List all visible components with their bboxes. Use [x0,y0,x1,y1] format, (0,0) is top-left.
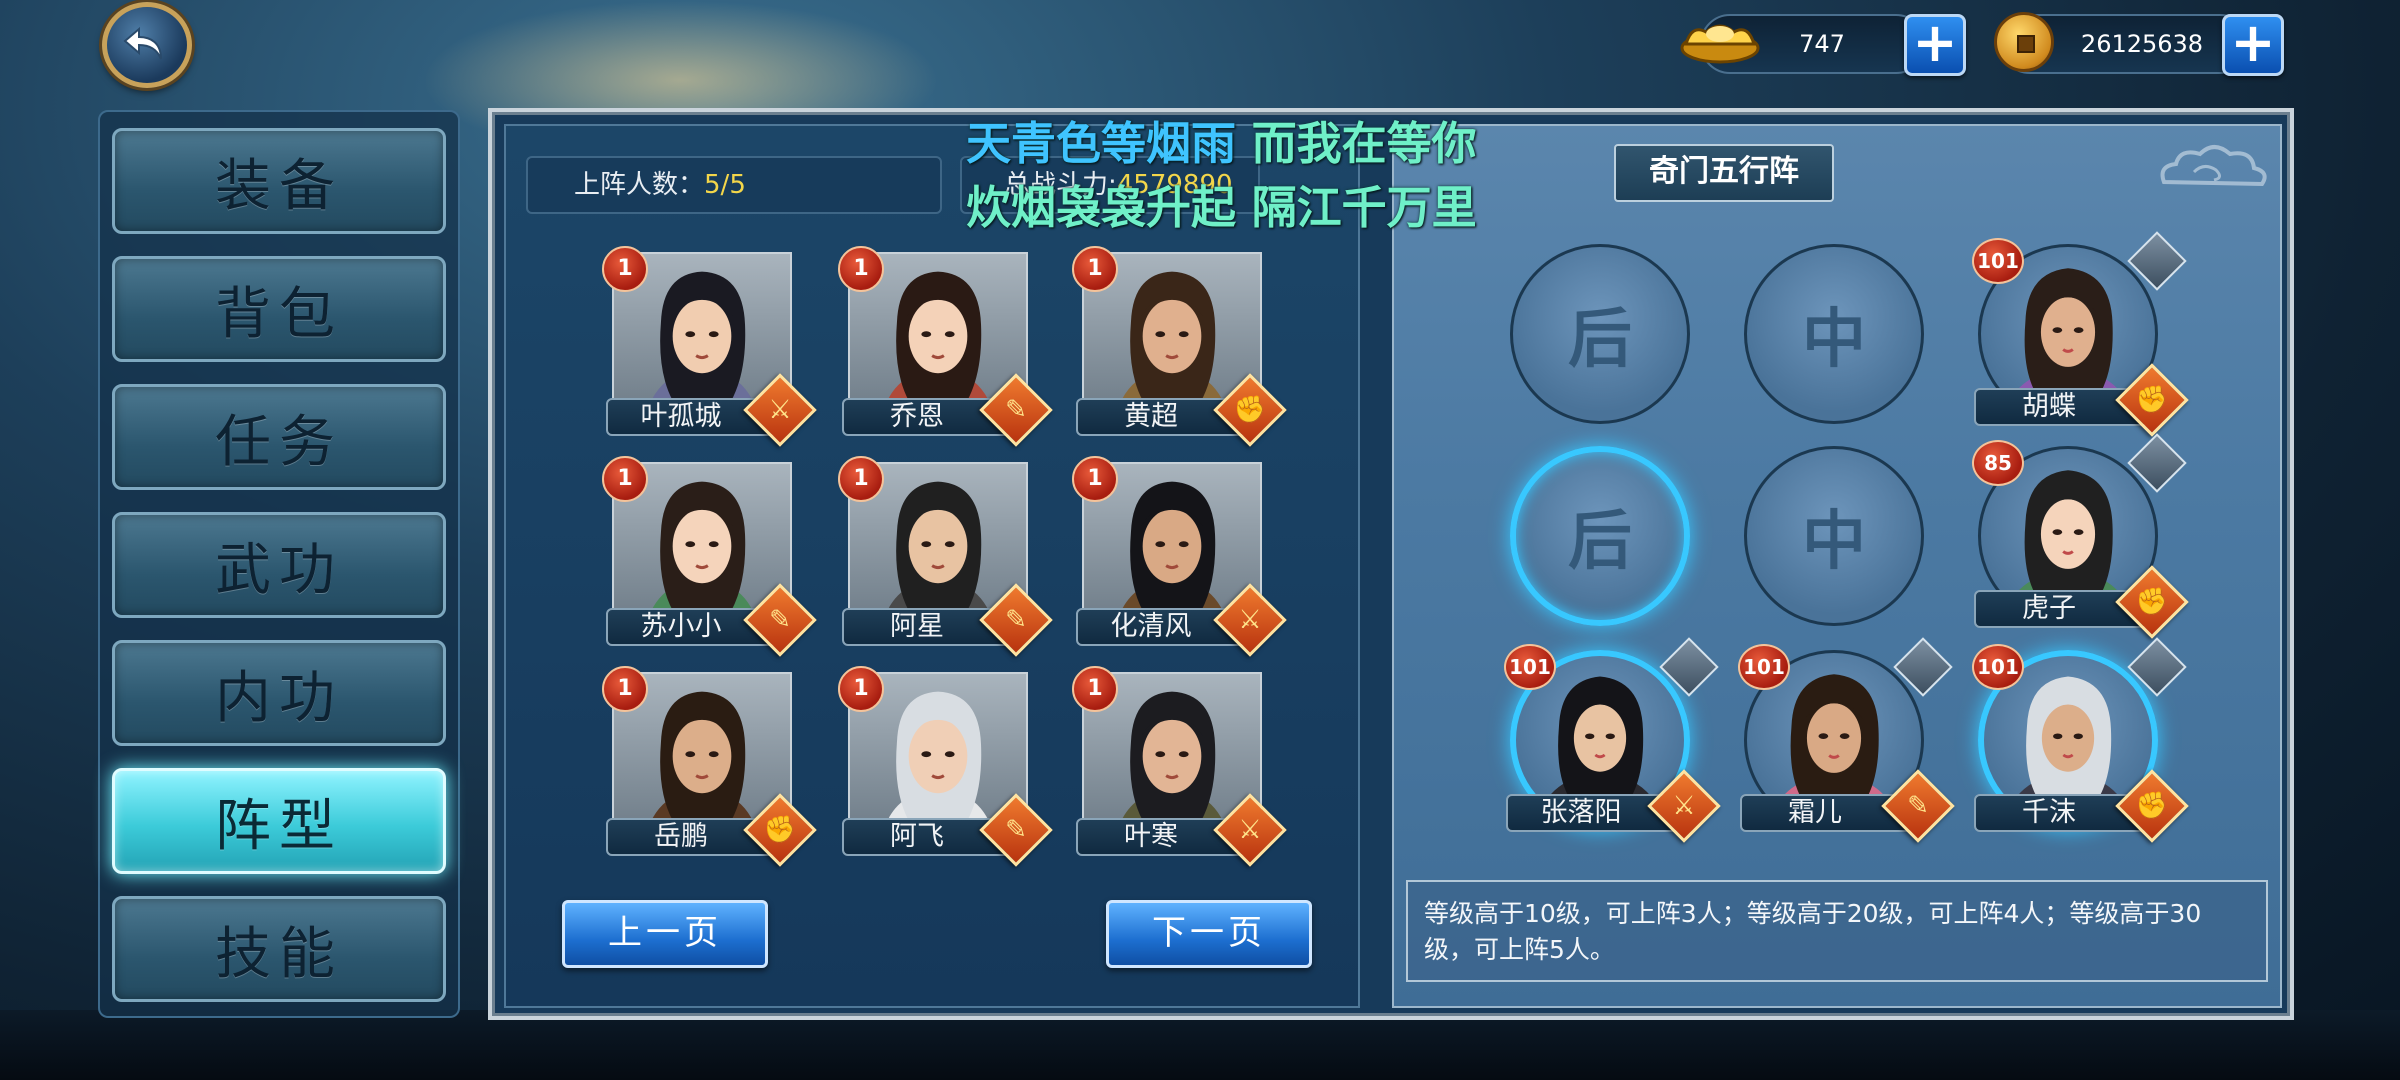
lyrics-overlay: 天青色等烟雨 而我在等你 炊烟袅袅升起 隔江千万里 [966,112,1477,240]
coin-value: 26125638 [2080,30,2204,58]
slot-label: 后 [1568,504,1632,579]
level-badge: 101 [1972,238,2024,284]
hero-card[interactable]: 1 黄超 ✊ [1072,246,1287,452]
lyrics-line-1b: 而我在等你 [1236,117,1477,170]
back-arrow-icon [123,26,162,60]
sidebar-item-equipment[interactable]: 装备 [112,128,446,234]
formation-pane: 奇门五行阵 后 中 后 中 101 胡蝶 ✊ 85 虎子 ✊ 101 张落阳 ⚔ 101 霜儿 ✎ 10… [1392,124,2282,1008]
deployed-count: 上阵人数：5/5 [526,156,942,214]
sidebar-item-formation[interactable]: 阵型 [112,768,446,874]
hero-card[interactable]: 1 苏小小 ✎ [602,456,817,662]
formation-slot-middle[interactable]: 中 [1744,446,1924,626]
copper-coin-icon [1994,12,2054,72]
sidebar-item-bag[interactable]: 背包 [112,256,446,362]
formation-hero[interactable]: 101 霜儿 ✎ [1738,637,1955,850]
hero-card[interactable]: 1 阿飞 ✎ [838,666,1053,872]
sidebar-item-label: 阵型 [215,793,343,859]
sidebar-item-label: 背包 [215,281,343,347]
sidebar-item-inner-power[interactable]: 内功 [112,640,446,746]
formation-hero[interactable]: 85 虎子 ✊ [1972,433,2189,646]
formation-slot-middle[interactable]: 中 [1744,244,1924,424]
hero-card[interactable]: 1 叶寒 ⚔ [1072,666,1287,872]
formation-hero[interactable]: 101 千沫 ✊ [1972,637,2189,850]
plus-icon: + [2230,11,2276,74]
level-badge: 1 [602,666,648,712]
sidebar-item-label: 内功 [215,665,343,731]
level-badge: 1 [838,456,884,502]
hero-card[interactable]: 1 岳鹏 ✊ [602,666,817,872]
level-badge: 85 [1972,440,2024,486]
level-badge: 101 [1972,644,2024,690]
formation-title[interactable]: 奇门五行阵 [1614,144,1834,202]
slot-label: 中 [1802,302,1866,377]
lyrics-line-1a: 天青色等烟雨 [966,117,1237,170]
hero-card[interactable]: 1 化清风 ⚔ [1072,456,1287,662]
level-badge: 1 [1072,246,1118,292]
sidebar-item-label: 装备 [215,153,343,219]
sidebar-item-label: 技能 [215,921,343,987]
level-badge: 1 [838,666,884,712]
add-gold-button[interactable]: + [1904,14,1966,76]
ground-backdrop [0,1010,2400,1080]
hero-card[interactable]: 1 叶孤城 ⚔ [602,246,817,452]
sidebar-item-skills[interactable]: 技能 [112,896,446,1002]
level-badge: 101 [1504,644,1556,690]
level-badge: 101 [1738,644,1790,690]
cloud-ornament-icon [2160,145,2267,187]
formation-slot-back[interactable]: 后 [1510,446,1690,626]
gold-ingot-icon [1680,24,1760,64]
back-button[interactable] [102,2,192,88]
sidebar-item-martial-arts[interactable]: 武功 [112,512,446,618]
slot-label: 后 [1568,302,1632,377]
formation-hero[interactable]: 101 张落阳 ⚔ [1504,637,1721,850]
gold-value: 747 [1799,30,1845,58]
formation-slot-back[interactable]: 后 [1510,244,1690,424]
sidebar-item-label: 武功 [215,537,343,603]
lyrics-line-1: 天青色等烟雨 而我在等你 [966,112,1477,176]
deployed-count-value: 5/5 [704,170,746,200]
prev-page-button[interactable]: 上一页 [562,900,768,968]
hero-card[interactable]: 1 阿星 ✎ [838,456,1053,662]
level-badge: 1 [602,246,648,292]
level-badge: 1 [1072,456,1118,502]
slot-label: 中 [1802,504,1866,579]
hero-card[interactable]: 1 乔恩 ✎ [838,246,1053,452]
deployed-count-label: 上阵人数： [574,170,705,200]
formation-rules-text: 等级高于10级，可上阵3人；等级高于20级，可上阵4人；等级高于30级，可上阵5… [1406,880,2268,982]
formation-hero[interactable]: 101 胡蝶 ✊ [1972,231,2189,444]
hero-roster-pane: 上阵人数：5/5 总战斗力:4579890 1 叶孤城 ⚔ 1 乔恩 ✎ 1 黄超 ✊ 1 苏小小 ✎… [504,124,1360,1008]
plus-icon: + [1912,11,1958,74]
level-badge: 1 [1072,666,1118,712]
sidebar-item-quests[interactable]: 任务 [112,384,446,490]
formation-panel: 上阵人数：5/5 总战斗力:4579890 1 叶孤城 ⚔ 1 乔恩 ✎ 1 黄超 ✊ 1 苏小小 ✎… [488,108,2294,1020]
level-badge: 1 [602,456,648,502]
sidebar-item-label: 任务 [215,409,343,475]
add-coin-button[interactable]: + [2222,14,2284,76]
next-page-button[interactable]: 下一页 [1106,900,1312,968]
level-badge: 1 [838,246,884,292]
lyrics-line-2: 炊烟袅袅升起 隔江千万里 [966,181,1477,234]
sidebar: 装备 背包 任务 武功 内功 阵型 技能 [98,110,460,1018]
